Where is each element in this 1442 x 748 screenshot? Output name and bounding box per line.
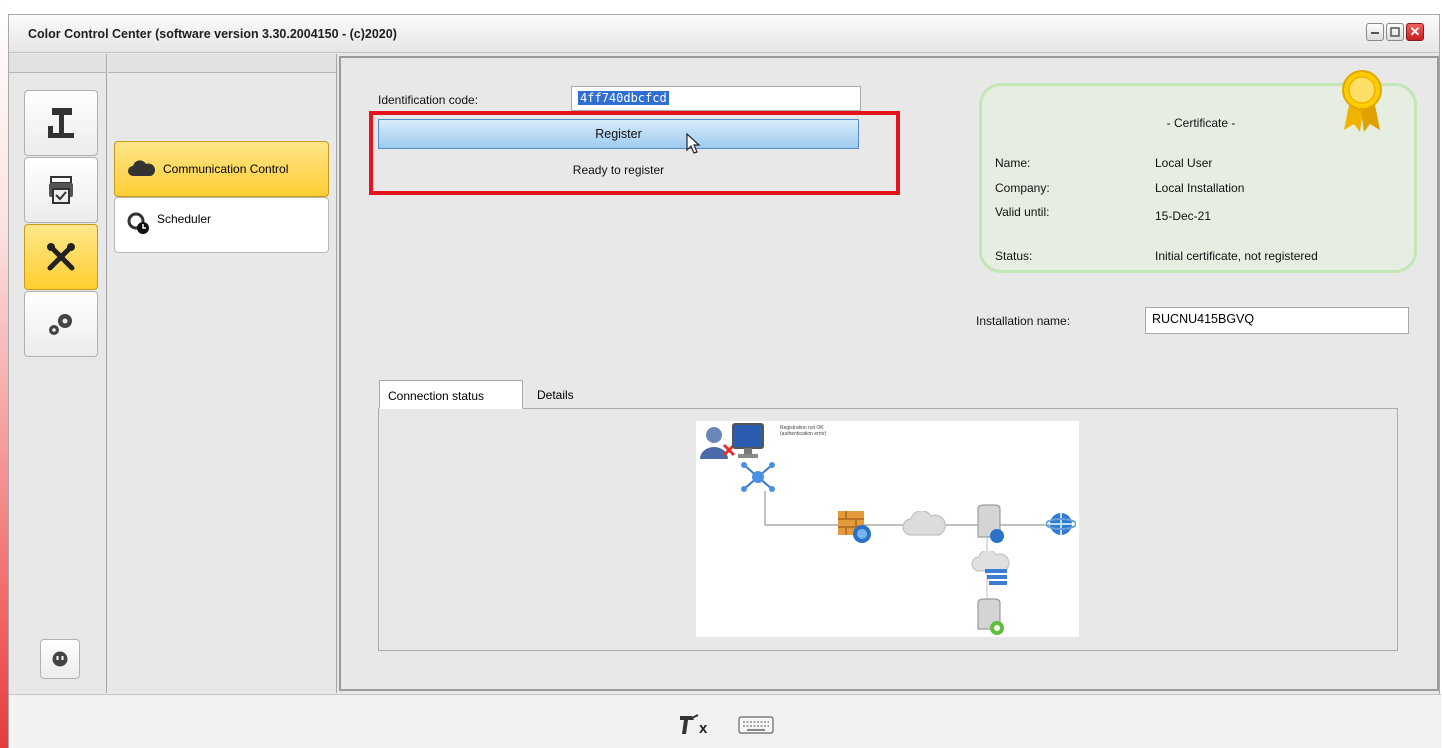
cloud-storage-icon	[971, 551, 1010, 585]
tab-details[interactable]: Details	[529, 380, 582, 409]
certificate-status-value: Initial certificate, not registered	[1155, 249, 1318, 263]
main-panel: Identification code: 4ff740dbcfcd Regist…	[339, 56, 1439, 691]
update-server-icon	[977, 598, 1004, 635]
press-icon	[48, 108, 74, 138]
server-icon	[977, 504, 1004, 543]
module-sidebar	[9, 54, 107, 693]
scheduler-icon	[127, 212, 149, 234]
module-button-press[interactable]	[24, 90, 98, 156]
tab-connection-status[interactable]: Connection status	[379, 380, 523, 409]
submodule-nav-header	[108, 54, 336, 73]
connection-lines	[764, 491, 1061, 613]
print-queue-icon	[49, 176, 73, 204]
connection-diagram: Registration not OK (authentication erro…	[696, 421, 1079, 637]
identification-code-value: 4ff740dbcfcd	[578, 91, 669, 105]
gears-icon	[49, 314, 72, 335]
certificate-name-value: Local User	[1155, 156, 1213, 170]
module-sidebar-header	[9, 54, 106, 73]
plug-icon	[52, 651, 68, 667]
submodule-nav: Communication Control Scheduler	[108, 54, 337, 693]
internet-cloud-icon	[902, 511, 946, 536]
certificate-title: - Certificate -	[1166, 116, 1236, 130]
module-button-settings[interactable]	[24, 291, 98, 357]
minimize-button[interactable]	[1366, 23, 1384, 41]
installation-name-label: Installation name:	[976, 314, 1071, 328]
spray-gun-x-suffix: x	[699, 720, 708, 737]
close-icon: ✕	[1409, 24, 1421, 39]
connection-status-panel: Registration not OK (authentication erro…	[378, 408, 1398, 651]
nav-item-scheduler[interactable]: Scheduler	[114, 197, 329, 253]
module-button-print-queue[interactable]	[24, 157, 98, 223]
maximize-button[interactable]	[1386, 23, 1404, 41]
firewall-icon	[838, 511, 871, 543]
plug-button[interactable]	[40, 639, 80, 679]
maximize-icon	[1390, 27, 1400, 37]
certificate-valid-value: 15-Dec-21	[1155, 209, 1212, 223]
cloud-icon	[128, 160, 155, 176]
nav-item-communication-control[interactable]: Communication Control	[114, 141, 329, 197]
certificate-company-label: Company:	[995, 181, 1050, 195]
nav-item-label: Communication Control	[163, 162, 289, 176]
certificate-company-value: Local Installation	[1155, 181, 1245, 195]
minimize-icon	[1371, 32, 1379, 34]
close-button[interactable]: ✕	[1406, 23, 1424, 41]
certificate-name-label: Name:	[995, 156, 1031, 170]
title-bar: Color Control Center (software version 3…	[9, 15, 1439, 53]
identification-code-field[interactable]: 4ff740dbcfcd	[571, 86, 861, 111]
keyboard-icon[interactable]	[738, 715, 774, 735]
installation-name-field[interactable]: RUCNU415BGVQ	[1145, 307, 1409, 334]
register-highlight-box	[369, 111, 900, 195]
award-ribbon-icon	[1342, 70, 1382, 132]
identification-code-label: Identification code:	[378, 93, 479, 107]
nav-item-label: Scheduler	[157, 212, 212, 226]
app-window: Color Control Center (software version 3…	[8, 14, 1441, 748]
certificate-valid-label: Valid until:	[995, 205, 1050, 219]
window-title: Color Control Center (software version 3…	[28, 27, 397, 41]
status-bar: x	[9, 694, 1441, 748]
left-edge-accent	[0, 0, 8, 748]
module-button-tools[interactable]	[24, 224, 98, 290]
certificate-status-label: Status:	[995, 249, 1033, 263]
certificate-panel: - Certificate - Name: Local User Company…	[979, 70, 1417, 273]
tools-icon	[47, 243, 75, 271]
globe-icon	[1046, 513, 1076, 535]
